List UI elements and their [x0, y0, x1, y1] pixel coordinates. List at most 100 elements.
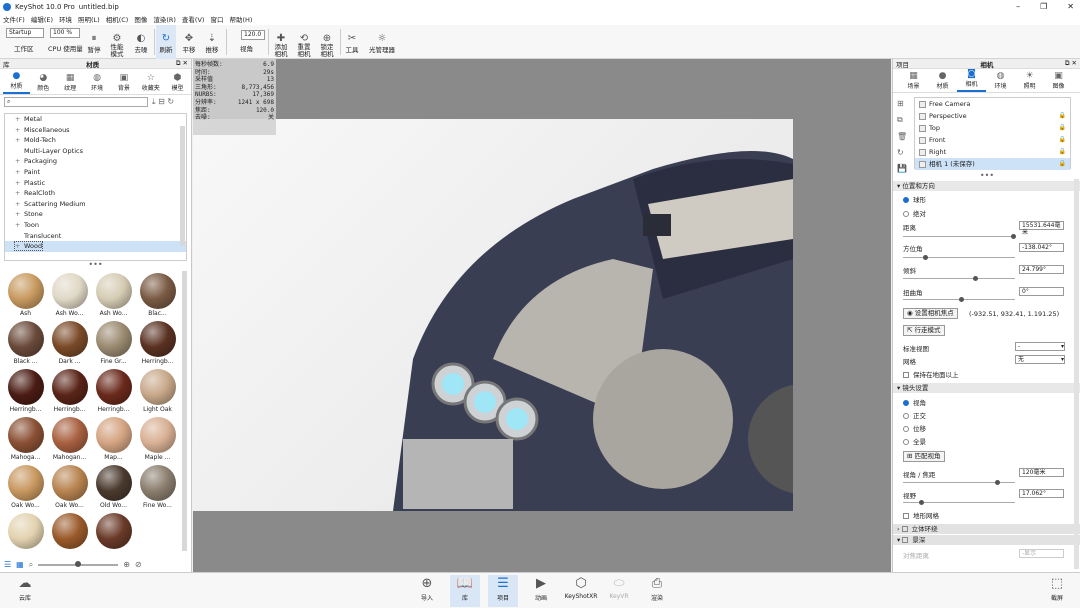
material-thumbnail[interactable]: Ash Wo...: [92, 271, 135, 319]
focal-length-input[interactable]: 120毫米: [1019, 468, 1064, 477]
material-thumbnail[interactable]: Fine Wo...: [136, 463, 179, 511]
orthographic-radio[interactable]: 正交: [903, 410, 926, 420]
keyvr-button[interactable]: ⬭ KeyVR: [604, 575, 634, 607]
material-thumbnail[interactable]: Mahoga...: [4, 415, 47, 463]
keep-above-ground-checkbox[interactable]: 保持在地面以上: [903, 369, 959, 379]
menu-render[interactable]: 渲染(R): [153, 14, 176, 24]
twist-input[interactable]: 0°: [1019, 287, 1064, 296]
tree-item[interactable]: + Miscellaneous: [5, 125, 186, 136]
walk-mode-button[interactable]: ⇱ 行走模式: [903, 325, 945, 336]
tab-models[interactable]: ⬢ 模型: [164, 73, 191, 94]
screenshot-button[interactable]: ⬚ 截屏: [1042, 575, 1072, 607]
splitter-handle[interactable]: •••: [0, 261, 191, 269]
splitter-handle[interactable]: •••: [893, 172, 1080, 180]
import-icon[interactable]: ⊘: [135, 560, 142, 569]
material-thumbnail[interactable]: Herringb...: [92, 367, 135, 415]
tab-textures[interactable]: ▦ 纹理: [57, 73, 84, 94]
grid-select[interactable]: 无 ▾: [1015, 355, 1065, 364]
pan-button[interactable]: ✥ 平移: [179, 25, 199, 59]
fov-input[interactable]: 120.0: [241, 30, 265, 40]
toolbar-icons[interactable]: ⤓ ⊟ ↻: [152, 97, 174, 107]
material-thumbnail[interactable]: Mahogan...: [48, 415, 91, 463]
orbit-radio[interactable]: 球形: [903, 194, 926, 204]
perspective-radio[interactable]: 视角: [903, 397, 926, 407]
camera-item[interactable]: Right 🔒: [915, 146, 1070, 158]
delete-icon[interactable]: 🗑: [897, 132, 907, 141]
render-button[interactable]: ⎙ 渲染: [642, 575, 672, 607]
animation-button[interactable]: ▶ 动画: [526, 575, 556, 607]
material-thumbnail[interactable]: Oak Wo...: [48, 463, 91, 511]
material-thumbnail[interactable]: Dark ...: [48, 319, 91, 367]
keyshotxr-button[interactable]: ⬡ KeyShotXR: [562, 575, 600, 607]
refresh-button[interactable]: ↻ 刷新: [156, 25, 176, 59]
thumbnail-size-slider[interactable]: [38, 560, 119, 567]
panel-float-close-icon[interactable]: ⧉ ✕: [1065, 59, 1077, 68]
add-camera-icon[interactable]: ⊞: [897, 99, 907, 108]
reset-icon[interactable]: ↻: [897, 148, 907, 157]
tab-lighting[interactable]: ☀ 照明: [1015, 71, 1044, 92]
material-thumbnail[interactable]: Blac...: [136, 271, 179, 319]
minimize-icon[interactable]: –: [1016, 0, 1020, 13]
lock-camera-button[interactable]: ⊕ 锁定 相机: [317, 25, 337, 59]
tools-button[interactable]: ✂ 工具: [342, 25, 362, 59]
tree-item-selected[interactable]: + Wood: [5, 241, 186, 252]
material-thumbnail[interactable]: Herringb...: [48, 367, 91, 415]
tab-scene[interactable]: ▦ 场景: [899, 71, 928, 92]
tab-image[interactable]: ▣ 图像: [1044, 71, 1073, 92]
project-button[interactable]: ☰ 项目: [488, 575, 518, 607]
position-section-header[interactable]: ▾ 位置和方向: [893, 181, 1080, 191]
camera-item[interactable]: Top 🔒: [915, 122, 1070, 134]
tree-item[interactable]: + Scattering Medium: [5, 199, 186, 210]
maximize-icon[interactable]: ❐: [1040, 0, 1047, 13]
material-thumbnail[interactable]: Black ...: [4, 319, 47, 367]
menu-edit[interactable]: 编辑(E): [31, 14, 53, 24]
material-thumbnail[interactable]: [4, 511, 47, 559]
menu-image[interactable]: 图像: [134, 14, 147, 24]
workspace-select[interactable]: Startup: [6, 28, 44, 38]
tree-item[interactable]: + Metal: [5, 114, 186, 125]
material-thumbnail[interactable]: Map...: [92, 415, 135, 463]
incline-slider[interactable]: [903, 276, 1015, 281]
denoise-button[interactable]: ◐ 去噪: [131, 25, 151, 59]
cloud-library-button[interactable]: ☁ 云库: [10, 575, 40, 607]
azimuth-input[interactable]: -138.042°: [1019, 243, 1064, 252]
tab-colors[interactable]: ◕ 颜色: [30, 73, 57, 94]
dof-section-header[interactable]: ▾ 景深: [893, 535, 1080, 545]
thumbnail-scrollbar[interactable]: [182, 271, 187, 551]
twist-slider[interactable]: [903, 297, 1015, 302]
duplicate-camera-icon[interactable]: ⧉: [897, 115, 907, 125]
render-viewport[interactable]: 每秒帧数: 6.9 时间: 29s 采样值 13 三角形: 8,773,456 NURBS: 17…: [193, 59, 891, 572]
add-icon[interactable]: ⊕: [123, 560, 130, 569]
project-scrollbar[interactable]: [1074, 179, 1079, 569]
menu-view[interactable]: 查看(V): [182, 14, 205, 24]
tree-item[interactable]: + RealCloth: [5, 188, 186, 199]
field-of-view-slider[interactable]: [903, 500, 1015, 505]
material-thumbnail[interactable]: Light Oak: [136, 367, 179, 415]
material-thumbnail[interactable]: Herringb...: [136, 319, 179, 367]
menu-lighting[interactable]: 照明(L): [78, 14, 100, 24]
absolute-radio[interactable]: 绝对: [903, 208, 926, 218]
tree-item[interactable]: Translucent: [5, 231, 186, 242]
grid-view-icon[interactable]: ▦: [16, 560, 24, 569]
tab-environment[interactable]: ◍ 环境: [986, 71, 1015, 92]
dolly-button[interactable]: ⇣ 推移: [202, 25, 222, 59]
menu-camera[interactable]: 相机(C): [106, 14, 129, 24]
material-thumbnail[interactable]: Maple ...: [136, 415, 179, 463]
import-button[interactable]: ⊕ 导入: [412, 575, 442, 607]
tab-backplates[interactable]: ▣ 背景: [110, 73, 137, 94]
material-thumbnail[interactable]: Ash Wo...: [48, 271, 91, 319]
standard-view-select[interactable]: - ▾: [1015, 342, 1065, 351]
distance-input[interactable]: 15531.644毫米: [1019, 221, 1064, 236]
tab-material[interactable]: ● 材质: [928, 71, 957, 92]
camera-item[interactable]: Front 🔒: [915, 134, 1070, 146]
camera-item[interactable]: Perspective 🔒: [915, 110, 1070, 122]
tree-item[interactable]: + Plastic: [5, 178, 186, 189]
geometry-grid-checkbox[interactable]: 地形网格: [903, 510, 939, 520]
library-button[interactable]: 📖 库: [450, 575, 480, 607]
tab-materials[interactable]: ● 材质: [3, 71, 30, 94]
distance-slider[interactable]: [903, 234, 1016, 239]
reset-camera-button[interactable]: ⟲ 重置 相机: [294, 25, 314, 59]
tab-favorites[interactable]: ☆ 收藏夹: [137, 73, 164, 94]
tree-item[interactable]: + Packaging: [5, 156, 186, 167]
panorama-radio[interactable]: 全景: [903, 436, 926, 446]
